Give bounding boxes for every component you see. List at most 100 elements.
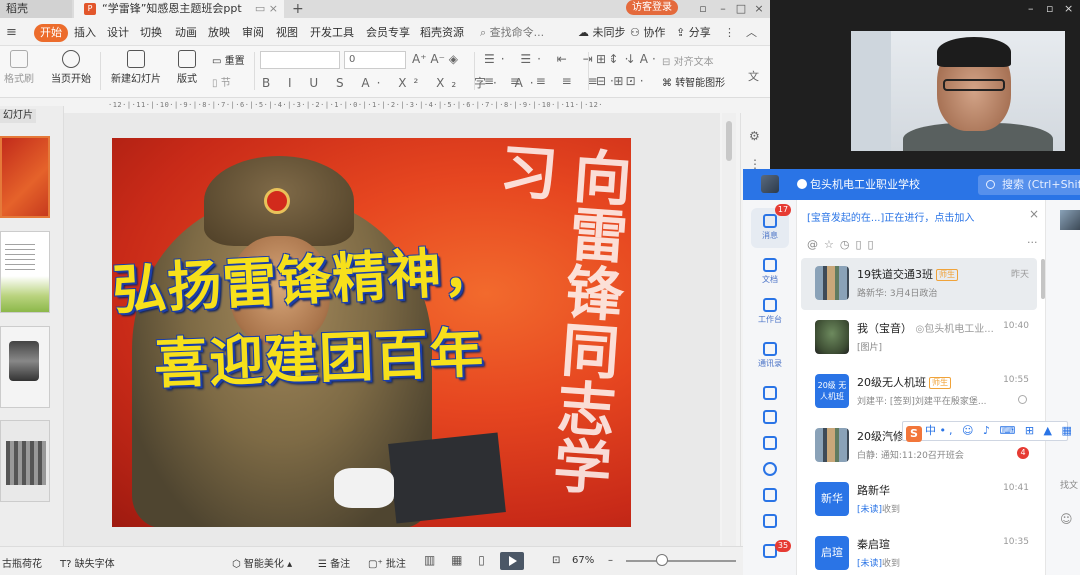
restore-icon[interactable]: ▫ bbox=[1046, 2, 1053, 15]
zoom-slider[interactable] bbox=[626, 560, 736, 562]
meeting-notice-bar[interactable]: [宝音发起的在...]正在进行，点击加入 × bbox=[797, 200, 1045, 230]
slide-thumbnail-2[interactable] bbox=[0, 231, 50, 313]
conversation-item[interactable]: 19铁道交通3班 师生 昨天 路新华: 3月4日政治 bbox=[801, 258, 1037, 310]
font-name-box[interactable] bbox=[260, 51, 340, 69]
organization-name[interactable]: 包头机电工业职业学校 bbox=[797, 169, 920, 200]
minimize-icon[interactable]: – bbox=[714, 0, 732, 18]
tab-docer[interactable]: 稻壳 bbox=[0, 0, 72, 18]
chat-search-input[interactable]: 搜索 (Ctrl+Shif bbox=[978, 175, 1080, 195]
menu-start[interactable]: 开始 bbox=[34, 24, 68, 42]
fit-window-icon[interactable]: ⊡ bbox=[552, 555, 560, 566]
tab-close-icon[interactable]: ▭ × bbox=[255, 0, 278, 18]
layout-button[interactable]: 版式 bbox=[172, 50, 202, 85]
align-text-button[interactable]: ⊟ 对齐文本 bbox=[662, 53, 732, 68]
nav-workbench[interactable]: 工作台 bbox=[751, 298, 789, 325]
text-direction-tools[interactable]: ⊞· ↓A· bbox=[596, 52, 660, 66]
smart-beautify-button[interactable]: ⬡ 智能美化 ▴ bbox=[232, 555, 292, 570]
ime-mode-label[interactable]: 中 bbox=[925, 424, 936, 437]
scrollbar-thumb[interactable] bbox=[726, 121, 732, 161]
guest-login-button[interactable]: 访客登录 bbox=[626, 0, 678, 15]
conversation-filter-icons[interactable]: @☆◷▯▯ bbox=[807, 238, 880, 254]
nav-ding[interactable] bbox=[751, 462, 789, 478]
play-from-current-button[interactable]: 当页开始 bbox=[48, 50, 94, 85]
new-tab-icon[interactable]: + bbox=[286, 0, 306, 18]
slideshow-play-button[interactable] bbox=[500, 552, 524, 570]
menu-design[interactable]: 设计 bbox=[107, 24, 129, 42]
share-button[interactable]: ⇪ 分享 bbox=[676, 24, 711, 42]
zoom-level[interactable]: 67% bbox=[572, 555, 594, 566]
user-avatar[interactable] bbox=[761, 175, 779, 193]
font-size-tools[interactable]: A⁺ A⁻ ◈ bbox=[412, 52, 458, 66]
section-button[interactable]: ▯ 节 bbox=[212, 74, 252, 89]
view-mode-icons[interactable]: ▥ ▦ ▯ bbox=[424, 553, 491, 567]
nav-mail[interactable] bbox=[751, 514, 789, 530]
slide-thumbnail-1[interactable] bbox=[0, 136, 50, 218]
nav-cube[interactable] bbox=[751, 488, 789, 504]
menu-transition[interactable]: 切换 bbox=[140, 24, 162, 42]
ribbon-overflow-text[interactable]: 文 bbox=[748, 68, 759, 84]
menu-slideshow[interactable]: 放映 bbox=[208, 24, 230, 42]
group-avatar[interactable] bbox=[1060, 210, 1080, 230]
notes-button[interactable]: ☰ 备注 bbox=[318, 555, 350, 570]
menu-view[interactable]: 视图 bbox=[276, 24, 298, 42]
vertical-scrollbar[interactable] bbox=[722, 113, 736, 546]
nav-calendar[interactable] bbox=[751, 386, 789, 402]
zoom-out-icon[interactable]: – bbox=[608, 555, 613, 566]
ime-tool-icons[interactable]: •, ☺ ♪ ⌨ ⊞ ▲ ▦ bbox=[940, 424, 1075, 437]
conversation-item[interactable]: 启瑄 秦启瑄 10:35 [未读]收到 bbox=[801, 528, 1037, 575]
nav-docs[interactable]: 文档 bbox=[751, 258, 789, 285]
zoom-slider-handle[interactable] bbox=[656, 554, 668, 566]
maximize-icon[interactable]: □ bbox=[732, 0, 750, 18]
emoji-icon[interactable]: ☺ bbox=[1060, 512, 1080, 526]
ime-toolbar[interactable]: S中 •, ☺ ♪ ⌨ ⊞ ▲ ▦ bbox=[902, 421, 1072, 442]
hamburger-icon[interactable]: ≡ bbox=[6, 24, 17, 42]
conversation-item[interactable]: 20级 无人机班 20级无人机班 师生 10:55 刘建平: [签到]刘建平在殷家… bbox=[801, 366, 1037, 418]
nav-payments[interactable] bbox=[751, 410, 789, 426]
more-icon[interactable]: ⋮ bbox=[724, 24, 735, 42]
minimize-icon[interactable]: – bbox=[1028, 2, 1034, 15]
menu-insert[interactable]: 插入 bbox=[74, 24, 96, 42]
nav-workbench-label: 工作台 bbox=[758, 315, 782, 324]
more-icon[interactable]: ··· bbox=[1027, 236, 1038, 249]
conversation-item[interactable]: 我（宝音） ◎包头机电工业... 10:40 [图片] bbox=[801, 312, 1037, 364]
meeting-notice-text[interactable]: [宝音发起的在...]正在进行，点击加入 bbox=[807, 209, 974, 224]
new-slide-button[interactable]: 新建幻灯片 bbox=[108, 50, 164, 85]
nav-docs-label: 文档 bbox=[762, 275, 778, 284]
menu-member[interactable]: 会员专享 bbox=[366, 24, 410, 42]
menu-review[interactable]: 审阅 bbox=[242, 24, 264, 42]
menu-docer-resources[interactable]: 稻壳资源 bbox=[420, 24, 464, 42]
slide-title-line-2[interactable]: 喜迎建团百年 bbox=[153, 308, 486, 398]
theme-name[interactable]: 古瓶荷花 bbox=[2, 555, 42, 570]
annotate-button[interactable]: ▢⁺ 批注 bbox=[368, 555, 406, 570]
menu-animation[interactable]: 动画 bbox=[175, 24, 197, 42]
nav-tasks[interactable] bbox=[751, 436, 789, 452]
tab-document[interactable]: P “学雷锋”知感恩主题班会ppt ▭ × bbox=[74, 0, 284, 18]
slide-thumbnail-3[interactable] bbox=[0, 326, 50, 408]
paragraph-tools[interactable]: ⊟· ⊡· bbox=[596, 74, 648, 88]
slide-thumbnail-4[interactable] bbox=[0, 420, 50, 502]
webcam-video[interactable] bbox=[851, 31, 1065, 151]
collapse-ribbon-icon[interactable]: ︿ bbox=[746, 24, 757, 42]
nav-contacts[interactable]: 通讯录 bbox=[751, 342, 789, 369]
missing-font-button[interactable]: T? 缺失字体 bbox=[60, 555, 115, 570]
close-icon[interactable]: × bbox=[750, 0, 768, 18]
collaborate-button[interactable]: ⚇ 协作 bbox=[630, 24, 665, 42]
close-notice-icon[interactable]: × bbox=[1029, 207, 1039, 221]
reset-button[interactable]: ▭ 重置 bbox=[212, 52, 252, 67]
conversation-item[interactable]: 新华 路新华 10:41 [未读]收到 bbox=[801, 474, 1037, 526]
divider bbox=[254, 52, 255, 90]
find-file-label[interactable]: 找文 bbox=[1060, 478, 1080, 491]
sync-status[interactable]: ☁ 未同步 bbox=[578, 24, 626, 42]
nav-more[interactable]: 35 bbox=[751, 540, 791, 560]
close-icon[interactable]: × bbox=[1064, 2, 1073, 15]
font-size-box[interactable]: 0 bbox=[344, 51, 406, 69]
nav-messages[interactable]: 消息 17 bbox=[751, 204, 791, 248]
restore-icon[interactable]: ▫ bbox=[694, 0, 712, 18]
conversation-time: 昨天 bbox=[1010, 270, 1029, 280]
convert-smartart-button[interactable]: ⌘ 转智能图形 bbox=[662, 74, 742, 89]
property-icon[interactable]: ⚙ bbox=[749, 129, 760, 143]
command-search[interactable]: ⌕ 查找命令... bbox=[480, 24, 544, 42]
format-painter-button[interactable]: 格式刷 bbox=[4, 50, 34, 85]
menu-developer[interactable]: 开发工具 bbox=[310, 24, 354, 42]
current-slide[interactable]: 向雷锋同志学习 弘扬雷锋精神， 喜迎建团百年 bbox=[112, 138, 631, 527]
